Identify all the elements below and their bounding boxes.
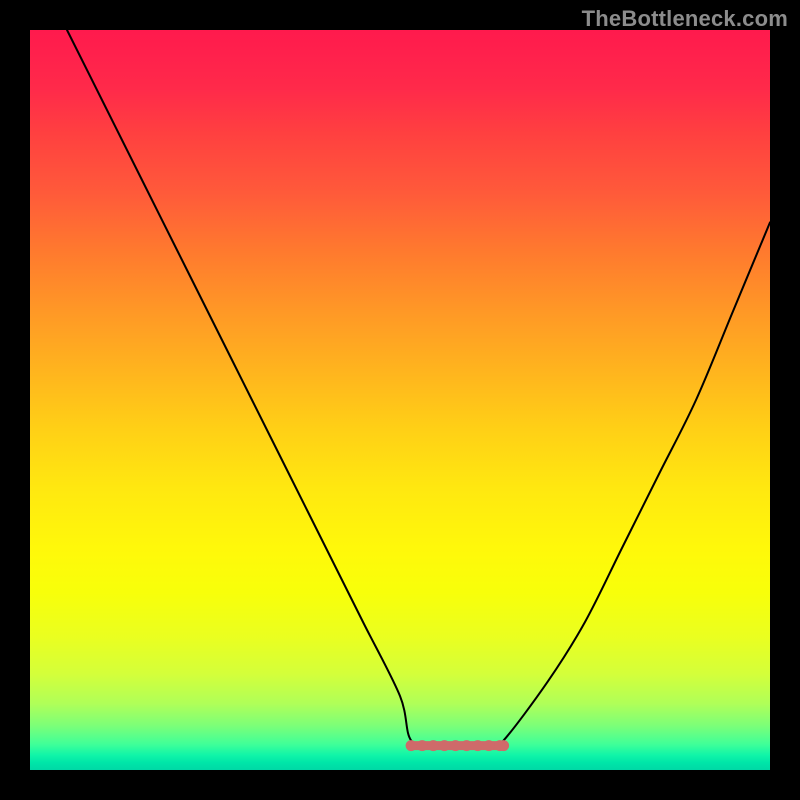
flat-dot xyxy=(483,740,494,751)
flat-dot xyxy=(417,740,428,751)
flat-dot xyxy=(472,740,483,751)
flat-dot xyxy=(450,740,461,751)
flat-dot xyxy=(461,740,472,751)
flat-dot xyxy=(428,740,439,751)
flat-dot xyxy=(406,740,417,751)
flat-dot xyxy=(498,740,509,751)
chart-frame: TheBottleneck.com xyxy=(0,0,800,800)
curve-svg xyxy=(30,30,770,770)
plot-area xyxy=(30,30,770,770)
flat-dot xyxy=(439,740,450,751)
watermark: TheBottleneck.com xyxy=(582,6,788,32)
bottleneck-curve xyxy=(67,30,770,748)
